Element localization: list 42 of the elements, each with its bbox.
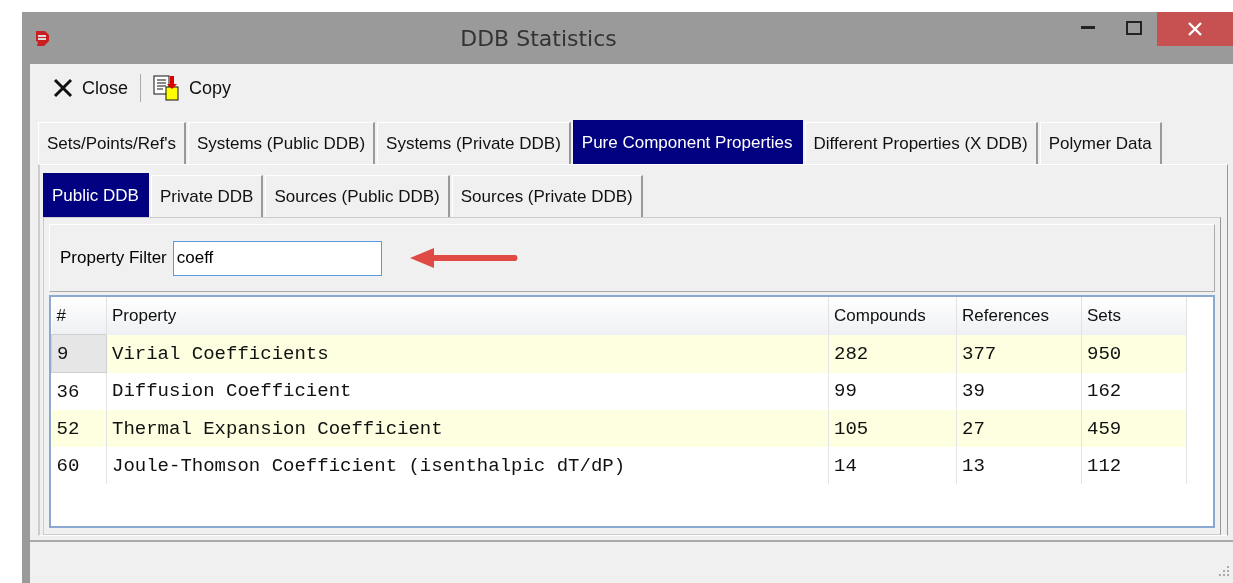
row-number-cell: 9: [51, 334, 107, 373]
table-cell: 377: [956, 334, 1082, 373]
table-cell: Joule-Thomson Coefficient (isenthalpic dT/dP): [106, 447, 829, 484]
table-cell: Virial Coefficients: [106, 334, 829, 373]
table-cell: 459: [1081, 410, 1187, 447]
tab[interactable]: Different Properties (X DDB): [804, 122, 1038, 164]
column-header[interactable]: Property: [106, 297, 829, 335]
column-header[interactable]: Compounds: [828, 297, 957, 335]
tab[interactable]: Public DDB: [43, 173, 149, 217]
minimize-icon: [1081, 26, 1095, 30]
close-icon: [52, 77, 74, 99]
copy-icon: [153, 75, 182, 101]
column-header[interactable]: References: [956, 297, 1082, 335]
window-title: DDB Statistics: [460, 25, 617, 51]
close-icon: [1188, 22, 1202, 36]
table-cell: 27: [956, 410, 1082, 447]
tab[interactable]: Polymer Data: [1039, 122, 1162, 164]
copy-button[interactable]: Copy: [147, 71, 238, 105]
table-cell: 282: [828, 334, 957, 373]
filter-label: Property Filter: [60, 248, 167, 268]
resize-grip-icon[interactable]: [1219, 566, 1229, 576]
maximize-icon: [1126, 21, 1142, 35]
row-number-cell: 52: [51, 410, 107, 447]
tab[interactable]: Sets/Points/Ref's: [38, 122, 186, 164]
table-cell: Thermal Expansion Coefficient: [106, 410, 829, 447]
column-header[interactable]: Sets: [1081, 297, 1187, 335]
table-cell: 13: [956, 447, 1082, 484]
table-cell: 14: [828, 447, 957, 484]
tab[interactable]: Pure Component Properties: [572, 120, 803, 164]
tab[interactable]: Systems (Public DDB): [187, 122, 376, 164]
close-button[interactable]: Close: [46, 73, 135, 103]
tab[interactable]: Private DDB: [150, 175, 264, 217]
table-cell: 950: [1081, 334, 1187, 373]
table-cell: 112: [1081, 447, 1187, 484]
table-cell: 105: [828, 410, 957, 447]
close-button[interactable]: [1157, 12, 1233, 46]
column-header[interactable]: #: [51, 297, 107, 335]
tab[interactable]: Sources (Public DDB): [265, 175, 450, 217]
property-filter-field[interactable]: coeff: [172, 240, 382, 276]
row-number-cell: 60: [51, 447, 107, 484]
tab[interactable]: Sources (Private DDB): [451, 175, 643, 217]
tab[interactable]: Systems (Private DDB): [377, 122, 571, 164]
